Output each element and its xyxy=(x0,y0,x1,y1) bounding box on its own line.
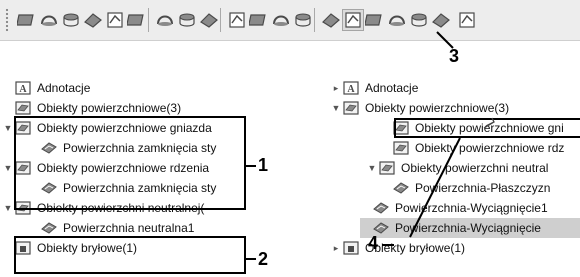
surface-feature-icon xyxy=(40,220,58,236)
tree-item[interactable]: ▸ A Adnotacje xyxy=(330,78,580,98)
surface-bodies-folder-icon xyxy=(378,160,396,176)
mid-surface-icon[interactable] xyxy=(456,9,478,31)
tree-item[interactable]: Powierzchnia-Wyciągnięcie xyxy=(360,218,580,238)
tree-item-label: Obiekty powierzchniowe(3) xyxy=(37,101,182,115)
callout-box-2 xyxy=(14,236,246,274)
tree-item-label: Powierzchnia-Wyciągnięcie xyxy=(395,221,541,235)
boundary-surface-icon[interactable] xyxy=(126,9,148,31)
expand-chevron-icon[interactable]: ▼ xyxy=(330,103,342,113)
planar-surface-icon[interactable] xyxy=(248,9,270,31)
expand-chevron-icon[interactable]: ▼ xyxy=(2,203,14,213)
tree-item-label: Powierzchnia-Płaszczyzn xyxy=(415,181,551,195)
callout-number-4: 4 xyxy=(368,233,379,253)
loft-surface-icon[interactable] xyxy=(60,9,82,31)
annotations-icon: A xyxy=(14,80,32,96)
neutral-surface-icon[interactable] xyxy=(342,9,364,31)
tree-item[interactable]: Obiekty powierzchniowe(3) xyxy=(2,98,250,118)
tree-item[interactable]: Obiekty powierzchniowe rdz xyxy=(380,138,580,158)
tree-item-label: Powierzchnia-Wyciągnięcie1 xyxy=(395,201,548,215)
surface-bodies-folder-icon xyxy=(392,140,410,156)
expand-chevron-icon[interactable]: ▼ xyxy=(2,163,14,173)
solid-bodies-folder-icon xyxy=(342,240,360,256)
expand-chevron-icon[interactable]: ▸ xyxy=(330,243,342,254)
toolbar-separator xyxy=(148,8,149,32)
callout-number-2: 2 xyxy=(258,249,269,269)
tree-item[interactable]: ▼ Obiekty powierzchniowe(3) xyxy=(330,98,580,118)
revolve-surface-icon[interactable] xyxy=(38,9,60,31)
expand-chevron-icon[interactable]: ▸ xyxy=(330,83,342,94)
toolbar-separator xyxy=(314,8,315,32)
tree-item[interactable]: A Adnotacje xyxy=(2,78,250,98)
delete-face-icon[interactable] xyxy=(408,9,430,31)
thicken-icon[interactable] xyxy=(320,9,342,31)
surface-sheet-icon[interactable] xyxy=(16,9,38,31)
tree-item[interactable]: Powierzchnia neutralna1 xyxy=(28,218,250,238)
annotations-icon: A xyxy=(342,80,360,96)
svg-text:A: A xyxy=(347,84,355,95)
surface-bodies-folder-icon xyxy=(342,100,360,116)
surface-feature-icon xyxy=(392,180,410,196)
surface-bodies-folder-icon xyxy=(14,100,32,116)
callout-number-1: 1 xyxy=(258,155,269,175)
knit-surface-icon[interactable] xyxy=(292,9,314,31)
toolbar-separator xyxy=(220,8,221,32)
ruled-surface-icon[interactable] xyxy=(226,9,248,31)
tree-item-label: Obiekty powierzchniowe(3) xyxy=(365,101,510,115)
tree-item-label: Obiekty bryłowe(1) xyxy=(365,241,466,255)
surfaces-toolbar xyxy=(0,0,580,41)
tree-item-label: Adnotacje xyxy=(365,81,419,95)
toolbar-grip[interactable] xyxy=(5,8,9,32)
expand-chevron-icon[interactable]: ▼ xyxy=(366,163,378,173)
extrude-surface-icon[interactable] xyxy=(104,9,126,31)
expand-chevron-icon[interactable]: ▼ xyxy=(2,123,14,133)
surface-feature-icon xyxy=(372,200,390,216)
tree-item[interactable]: Powierzchnia-Wyciągnięcie1 xyxy=(360,198,580,218)
tree-item[interactable]: ▼ Obiekty powierzchni neutral xyxy=(366,158,580,178)
extend-surface-icon[interactable] xyxy=(364,9,386,31)
sweep-surface-icon[interactable] xyxy=(82,9,104,31)
replace-face-icon[interactable] xyxy=(430,9,452,31)
tree-item-label: Obiekty powierzchniowe rdz xyxy=(415,141,565,155)
callout-number-3: 3 xyxy=(449,46,460,66)
svg-text:A: A xyxy=(19,84,27,95)
callout-box-1 xyxy=(14,116,246,210)
callout-box-right-item xyxy=(394,118,580,138)
tree-item-label: Powierzchnia neutralna1 xyxy=(63,221,195,235)
fill-surface-icon[interactable] xyxy=(154,9,176,31)
freeform-icon[interactable] xyxy=(176,9,198,31)
tree-item[interactable]: Powierzchnia-Płaszczyzn xyxy=(380,178,580,198)
untrim-icon[interactable] xyxy=(270,9,292,31)
tree-item-label: Adnotacje xyxy=(37,81,91,95)
tree-item-label: Obiekty powierzchni neutral xyxy=(401,161,549,175)
offset-surface-icon[interactable] xyxy=(198,9,220,31)
trim-surface-icon[interactable] xyxy=(386,9,408,31)
